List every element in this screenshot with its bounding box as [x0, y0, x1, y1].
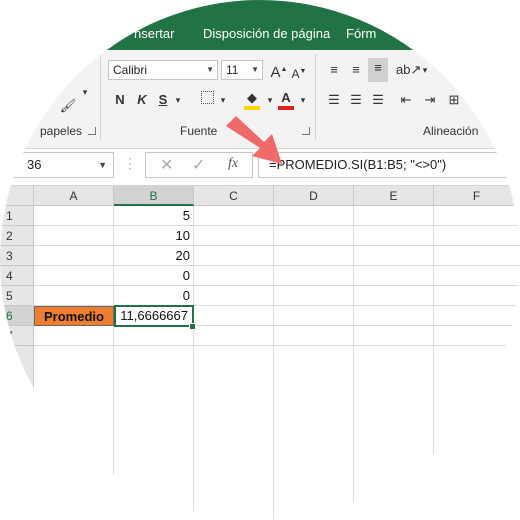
- italic-button[interactable]: K: [134, 90, 150, 110]
- column-header-b[interactable]: B: [114, 186, 194, 206]
- chevron-down-icon[interactable]: ▾: [264, 90, 276, 110]
- more-options-icon[interactable]: ⋮: [123, 155, 137, 172]
- row-header-7[interactable]: 7: [0, 326, 34, 346]
- fill-handle[interactable]: [189, 323, 196, 330]
- merge-center-icon[interactable]: ⊞: [444, 90, 464, 110]
- underline-button[interactable]: S: [155, 90, 171, 110]
- worksheet-grid[interactable]: A B C D E F 1 2 3 4 5 6 7 5 10 20 0 0 Pr…: [0, 186, 520, 520]
- fill-color-button[interactable]: ◆: [242, 88, 262, 110]
- paint-bucket-icon: ◆: [247, 90, 257, 105]
- font-launcher-icon[interactable]: [302, 127, 310, 135]
- font-size-combo[interactable]: 11 ▼: [221, 60, 263, 80]
- align-top-icon[interactable]: ≡: [324, 60, 344, 80]
- group-label-font: Fuente: [180, 124, 218, 138]
- borders-icon[interactable]: [198, 90, 216, 110]
- cell-b2[interactable]: 10: [114, 226, 194, 246]
- decrease-indent-icon[interactable]: ⇤: [396, 90, 416, 110]
- gridline: [433, 206, 434, 520]
- row-header-4[interactable]: 4: [0, 266, 34, 286]
- increase-indent-icon[interactable]: ⇥: [420, 90, 440, 110]
- font-color-button[interactable]: A: [276, 88, 296, 110]
- align-right-icon[interactable]: ☰: [368, 90, 388, 110]
- orientation-icon[interactable]: ab↗: [396, 60, 421, 80]
- row-header-rest: [0, 346, 34, 520]
- enter-icon[interactable]: ✓: [192, 155, 205, 175]
- row-header-5[interactable]: 5: [0, 286, 34, 306]
- fill-color-swatch: [244, 106, 260, 110]
- chevron-down-icon[interactable]: ▾: [172, 90, 184, 110]
- shrink-font-button[interactable]: A▼: [290, 62, 308, 84]
- column-header-e[interactable]: E: [354, 186, 434, 206]
- gridline: [34, 265, 520, 266]
- gridline: [34, 225, 520, 226]
- cell-b3[interactable]: 20: [114, 246, 194, 266]
- font-color-icon: A: [281, 90, 291, 105]
- clipboard-launcher-icon[interactable]: [88, 127, 96, 135]
- chevron-down-icon[interactable]: ▾: [420, 60, 430, 80]
- cell-b6-selected[interactable]: 11,6666667: [114, 305, 194, 327]
- row-header-3[interactable]: 3: [0, 246, 34, 266]
- chevron-down-icon: ▼: [251, 65, 259, 74]
- chevron-down-icon[interactable]: ▾: [217, 90, 229, 110]
- formula-input[interactable]: =PROMEDIO.SI(B1:B5; "<>0"): [258, 152, 520, 178]
- gridline: [353, 206, 354, 520]
- excel-window: nsertar Disposición de página Fórm ✂ ▾ 🖌…: [0, 0, 520, 520]
- cut-icon[interactable]: ✂: [56, 52, 76, 72]
- chevron-down-icon: ▼: [206, 65, 214, 74]
- tab-insertar[interactable]: nsertar: [134, 26, 174, 41]
- align-middle-icon[interactable]: ≡: [346, 60, 366, 80]
- row-header-6[interactable]: 6: [0, 306, 34, 326]
- gridline: [273, 206, 274, 520]
- align-center-icon[interactable]: ☰: [346, 90, 366, 110]
- group-label-clipboard: papeles: [40, 124, 83, 138]
- ribbon-tab-bar: nsertar Disposición de página Fórm: [0, 0, 520, 50]
- cell-b1[interactable]: 5: [114, 206, 194, 226]
- column-header-a[interactable]: A: [34, 186, 114, 206]
- copy-dropdown-icon[interactable]: ▾: [78, 82, 92, 102]
- align-left-icon[interactable]: ☰: [324, 90, 344, 110]
- gridline: [34, 285, 520, 286]
- select-all-corner[interactable]: [0, 186, 34, 206]
- tab-disposicion-pagina[interactable]: Disposición de página: [203, 26, 330, 41]
- cell-b5[interactable]: 0: [114, 286, 194, 306]
- tab-formulas[interactable]: Fórm: [346, 26, 376, 41]
- gridline: [34, 245, 520, 246]
- gridline: [34, 345, 520, 346]
- font-size-value: 11: [226, 63, 239, 77]
- chevron-down-icon[interactable]: ▼: [98, 153, 107, 177]
- row-header-1[interactable]: 1: [0, 206, 34, 226]
- cancel-icon[interactable]: ✕: [160, 155, 173, 175]
- font-name-combo[interactable]: Calibri ▼: [108, 60, 218, 80]
- group-label-alignment: Alineación: [423, 124, 479, 138]
- font-color-swatch: [278, 106, 294, 110]
- grow-font-button[interactable]: A▲: [270, 60, 288, 83]
- wrap-text-icon[interactable]: ⏎: [440, 58, 460, 78]
- column-header-d[interactable]: D: [274, 186, 354, 206]
- name-box-value: 36: [27, 157, 42, 172]
- pointer-arrow-icon: [226, 116, 282, 164]
- row-header-2[interactable]: 2: [0, 226, 34, 246]
- grow-font-icon: A: [270, 64, 281, 81]
- group-separator: [100, 54, 101, 140]
- name-box[interactable]: 36 ▼: [0, 152, 114, 178]
- cell-b4[interactable]: 0: [114, 266, 194, 286]
- font-name-value: Calibri: [113, 63, 148, 77]
- bold-button[interactable]: N: [112, 90, 128, 110]
- shrink-font-icon: A: [291, 67, 300, 81]
- group-separator: [315, 54, 316, 140]
- format-painter-icon[interactable]: 🖌: [58, 96, 78, 116]
- align-bottom-icon[interactable]: ≡: [368, 58, 388, 82]
- cell-a6[interactable]: Promedio: [34, 306, 114, 326]
- column-header-c[interactable]: C: [194, 186, 274, 206]
- column-header-f[interactable]: F: [434, 186, 520, 206]
- chevron-down-icon[interactable]: ▾: [297, 90, 309, 110]
